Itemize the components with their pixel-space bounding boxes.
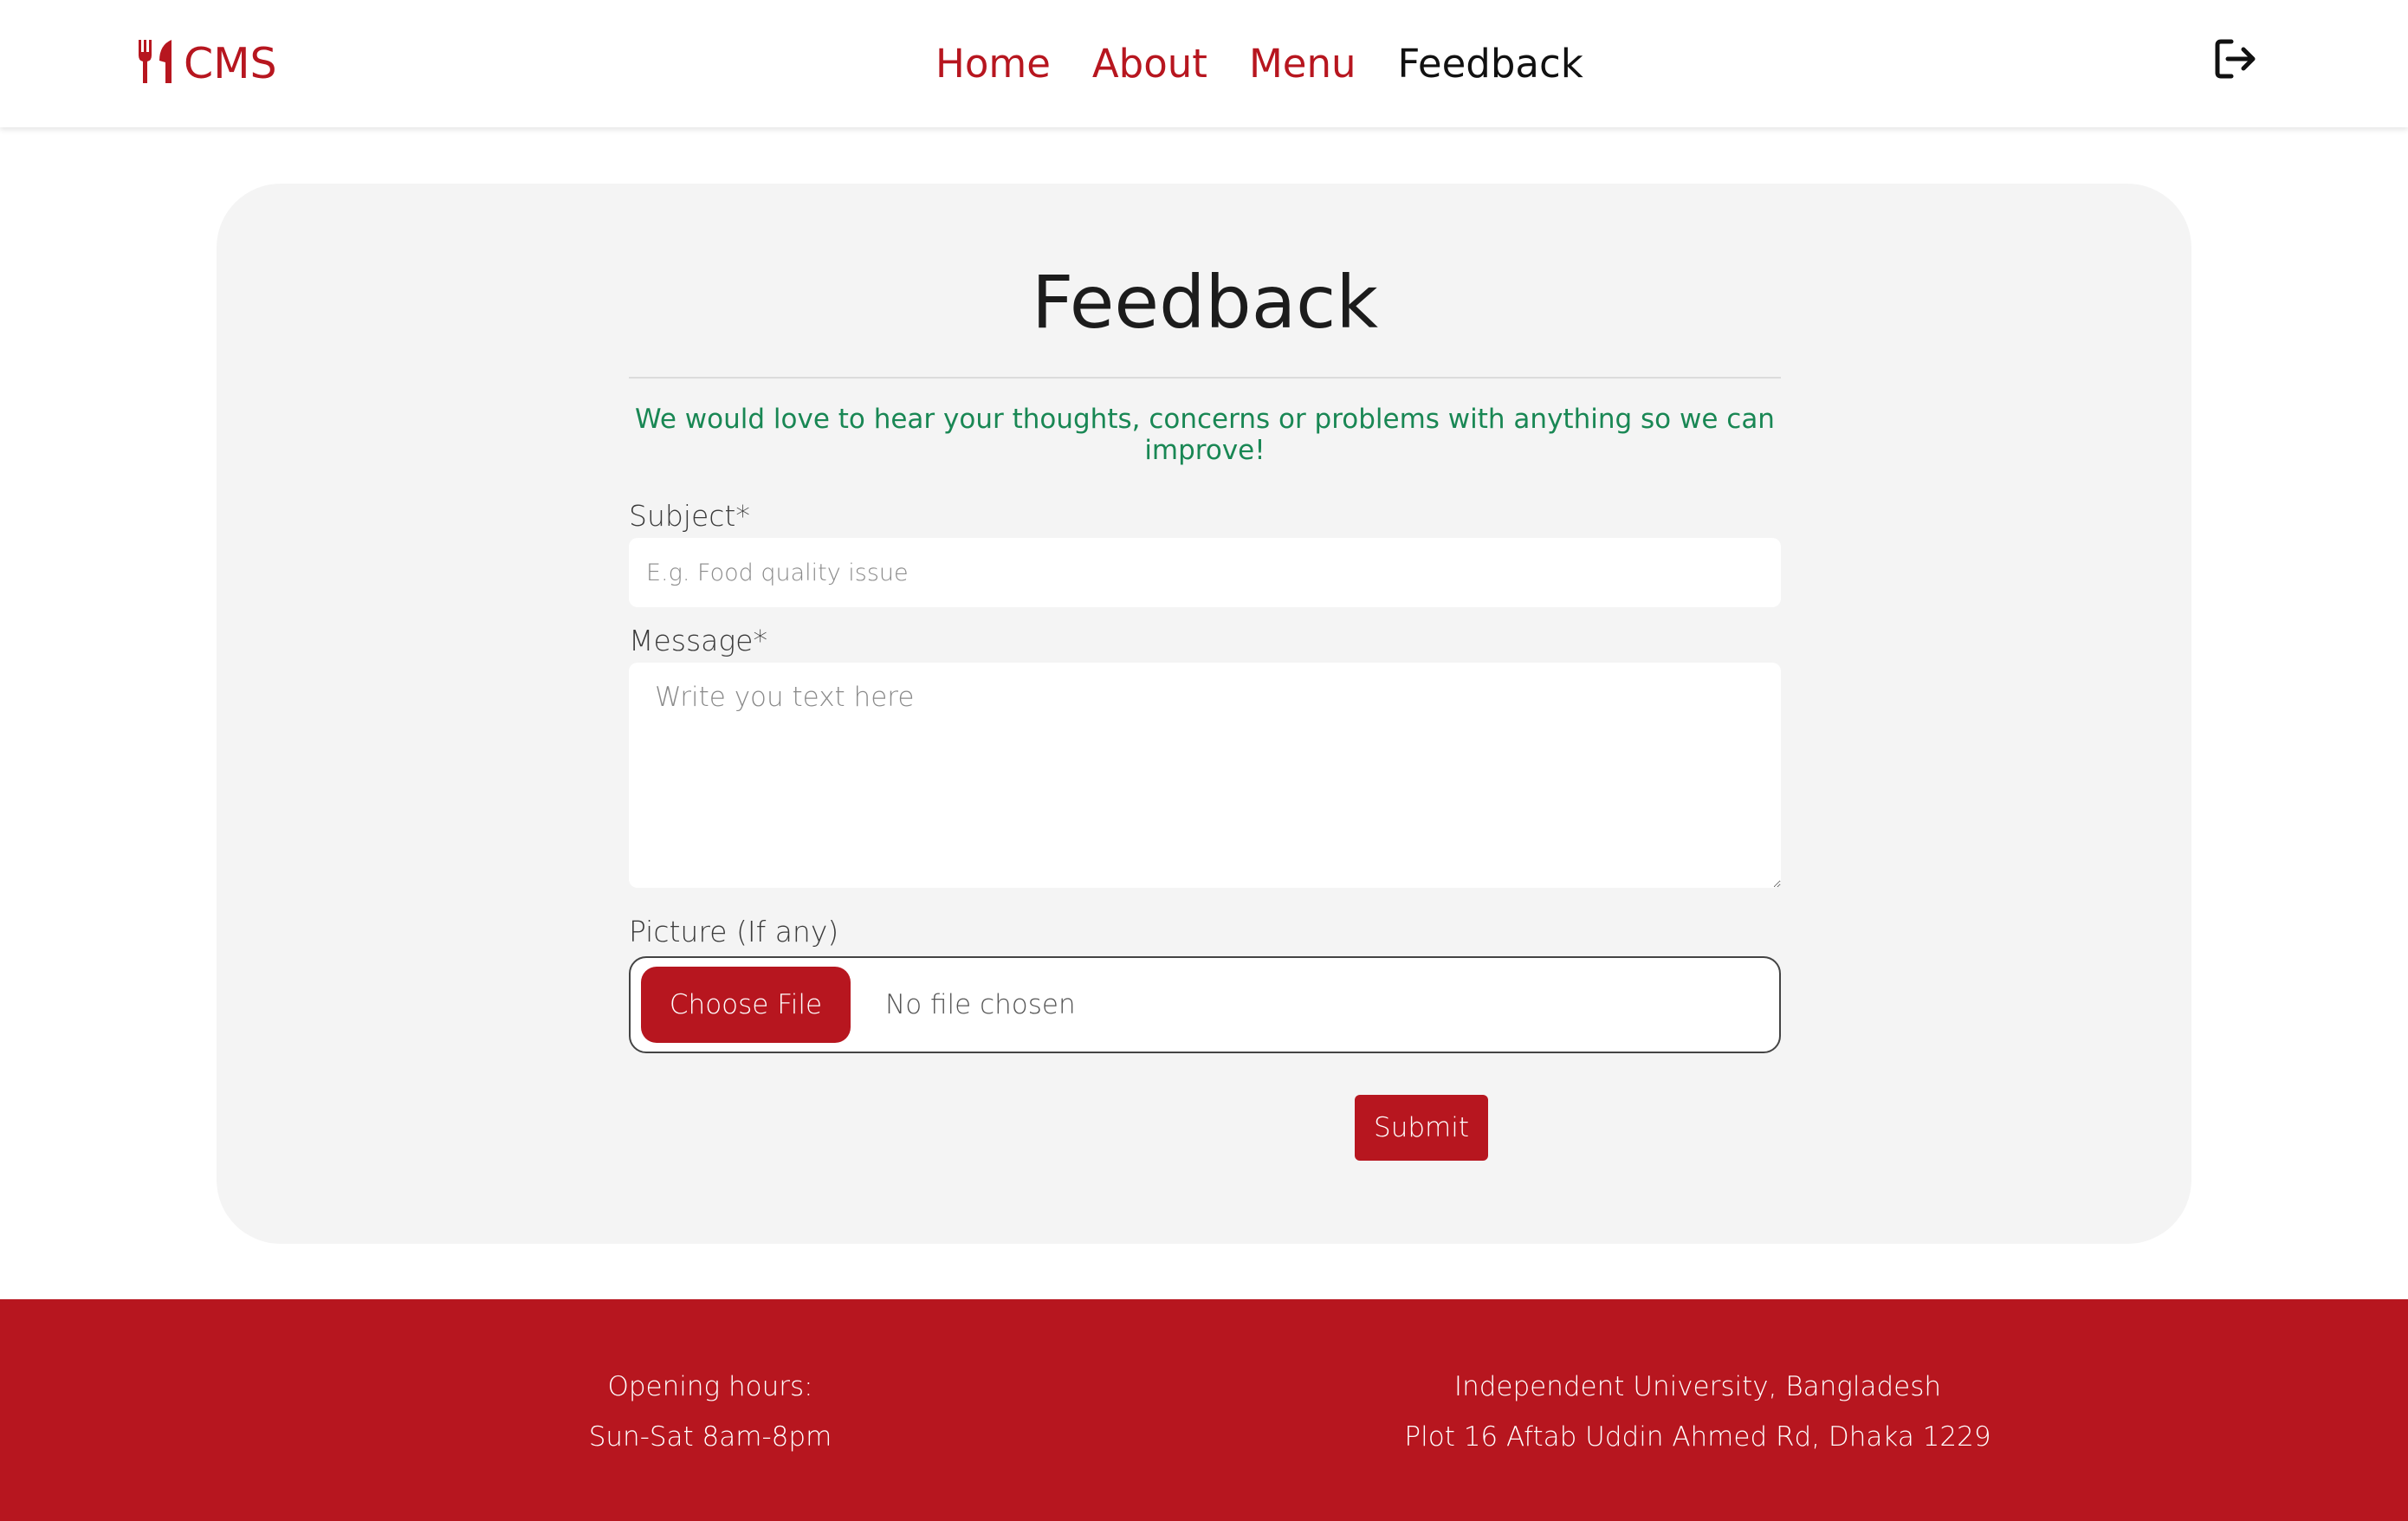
picture-label: Picture (If any) [629,915,839,948]
opening-hours: Opening hours: Sun-Sat 8am-8pm [537,1362,884,1462]
footer: Opening hours: Sun-Sat 8am-8pm Independe… [0,1299,2408,1521]
title-divider [629,377,1781,379]
nav-link-feedback[interactable]: Feedback [1398,41,1583,87]
nav-link-about[interactable]: About [1092,41,1207,87]
navbar: CMS Home About Menu Feedback [0,0,2408,127]
nav-link-home[interactable]: Home [935,41,1051,87]
address: Independent University, Bangladesh Plot … [1351,1362,2044,1462]
opening-hours-title: Opening hours: [607,1371,813,1402]
message-textarea[interactable] [629,663,1781,888]
intro-text: We would love to hear your thoughts, con… [635,404,1775,466]
picture-file-input[interactable]: Choose File No file chosen [629,956,1781,1053]
subject-label: Subject* [629,499,750,533]
file-status-text: No file chosen [885,989,1076,1020]
nav-link-menu[interactable]: Menu [1249,41,1356,87]
utensils-icon [137,38,175,88]
opening-hours-value: Sun-Sat 8am-8pm [588,1421,832,1453]
message-label: Message* [629,624,767,657]
address-line-2: Plot 16 Aftab Uddin Ahmed Rd, Dhaka 1229 [1404,1421,1991,1453]
subject-input[interactable] [629,538,1781,607]
logout-button[interactable] [2214,38,2259,83]
feedback-card: Feedback We would love to hear your thou… [217,184,2191,1244]
address-line-1: Independent University, Bangladesh [1453,1371,1942,1402]
brand-name: CMS [184,38,277,88]
page-title: Feedback [1031,260,1379,345]
brand-logo-link[interactable]: CMS [137,33,277,94]
logout-icon [2214,38,2259,83]
submit-button[interactable]: Submit [1355,1095,1488,1161]
main-nav: Home About Menu Feedback [935,33,1583,94]
choose-file-button[interactable]: Choose File [641,967,851,1043]
